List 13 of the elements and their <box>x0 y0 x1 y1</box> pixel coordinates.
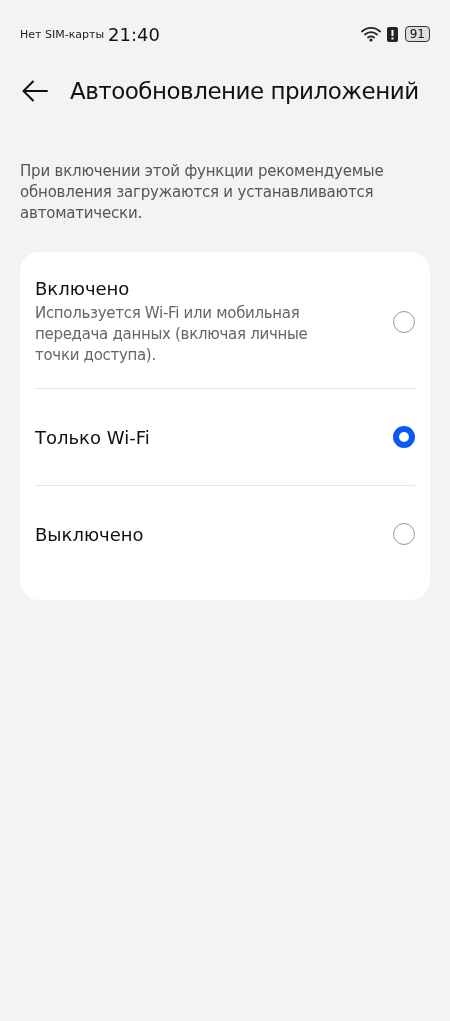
page-title: Автообновление приложений <box>70 78 419 104</box>
description-text: При включении этой функции рекомендуемые обновления загружаются и устанавливаются автоматически. <box>20 161 385 224</box>
carrier-text: Нет SIM-карты <box>20 27 105 41</box>
back-arrow-icon[interactable] <box>22 80 48 102</box>
option-label[interactable]: Включено <box>35 278 345 299</box>
option-description: Используется Wi-Fi или мобильная передача данных (включая личные точки доступа). <box>35 303 309 366</box>
battery-indicator: 91 <box>404 26 430 42</box>
option-label[interactable]: Только Wi-Fi <box>35 426 345 448</box>
clock-time: 21:40 <box>108 23 160 45</box>
radio-button[interactable] <box>393 426 415 448</box>
alert-icon <box>386 26 398 42</box>
wifi-icon <box>360 26 381 42</box>
option-label[interactable]: Выключено <box>35 523 345 545</box>
